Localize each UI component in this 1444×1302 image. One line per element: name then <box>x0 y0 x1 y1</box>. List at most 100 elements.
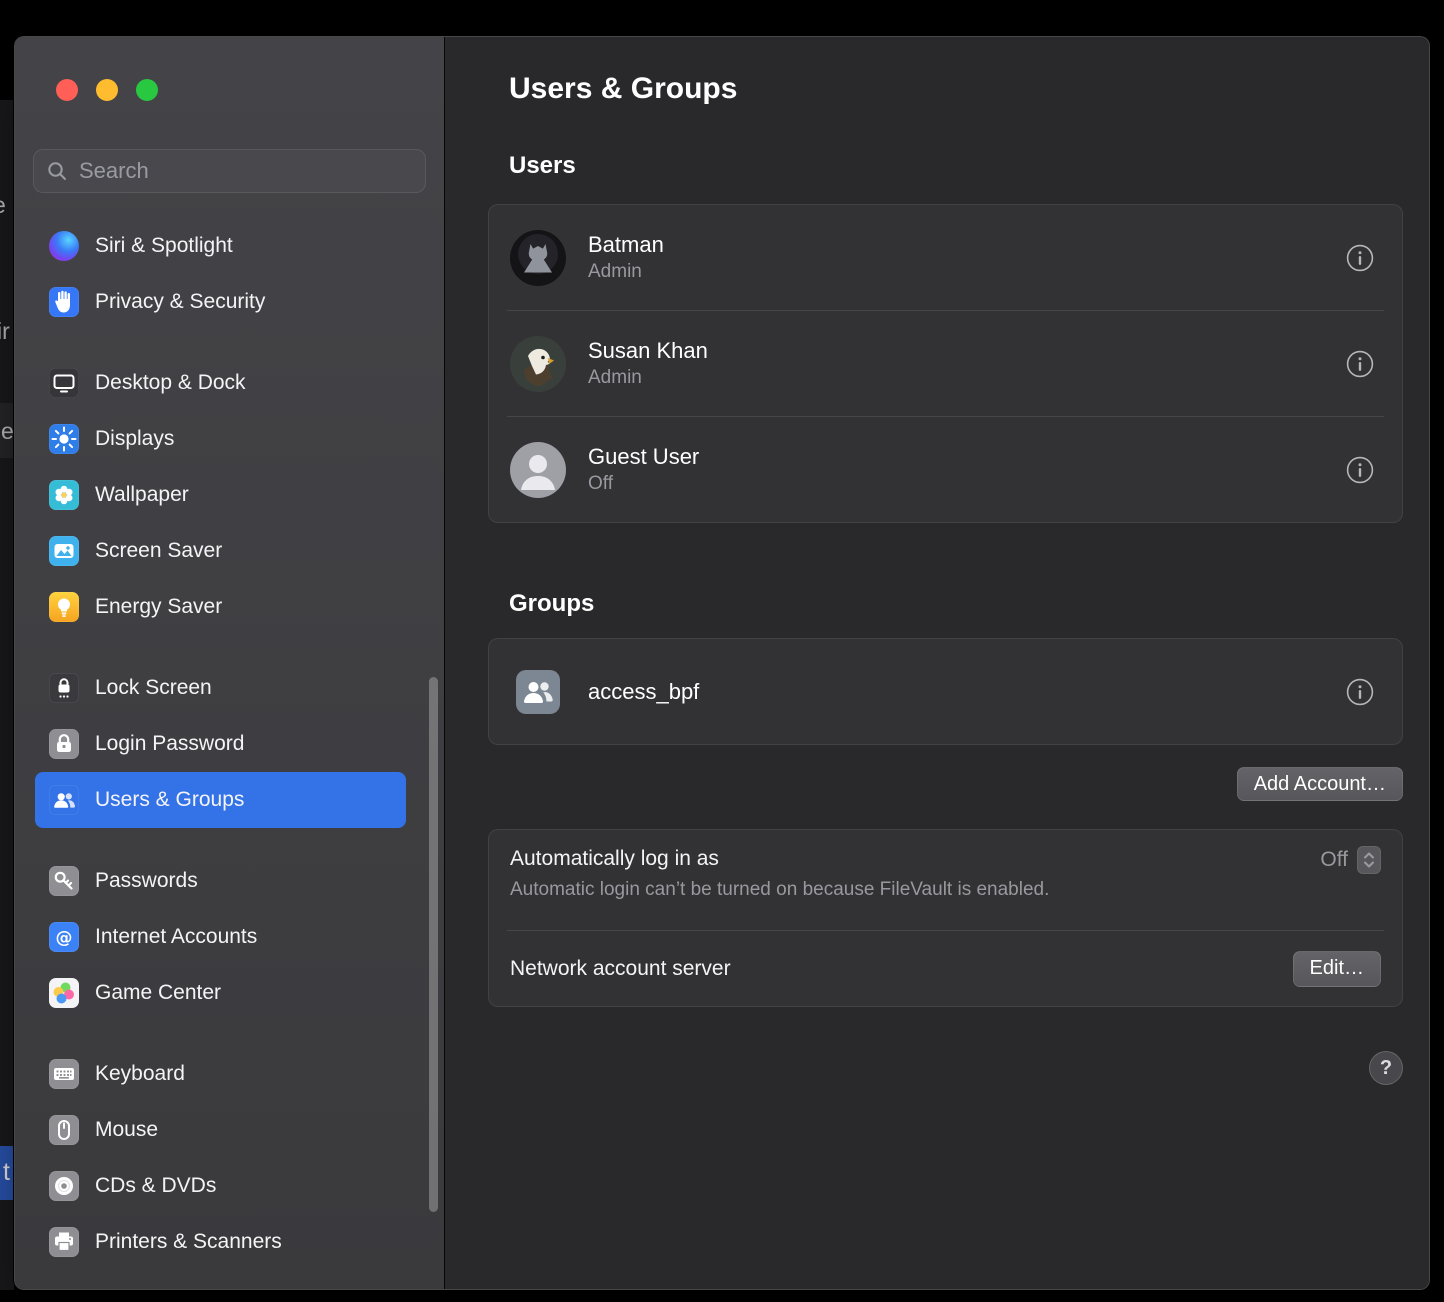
sidebar-item-label: Privacy & Security <box>95 290 266 313</box>
sidebar-item-lock-screen[interactable]: Lock Screen <box>35 660 406 716</box>
users-groups-pane: Users & Groups Users Batman Admin Susan … <box>445 37 1429 1289</box>
sidebar-item-label: Passwords <box>95 869 198 892</box>
user-text: Guest User Off <box>588 444 1324 495</box>
user-name: Susan Khan <box>588 338 708 363</box>
svg-text:@: @ <box>56 928 73 948</box>
sidebar: Siri & Spotlight Privacy & Security Desk… <box>15 37 445 1289</box>
add-account-button[interactable]: Add Account… <box>1236 767 1403 801</box>
edit-button[interactable]: Edit… <box>1292 950 1381 987</box>
sidebar-item-cds-dvds[interactable]: CDs & DVDs <box>35 1158 406 1214</box>
hand-icon <box>49 287 79 317</box>
users-card: Batman Admin Susan Khan Admin Guest User… <box>488 204 1403 523</box>
sidebar-scrollbar[interactable] <box>429 677 438 1212</box>
auto-login-note: Automatic login can’t be turned on becau… <box>510 879 1050 900</box>
auto-login-label: Automatically log in as <box>510 847 719 870</box>
sidebar-item-label: Wallpaper <box>95 483 189 506</box>
sidebar-item-label: Displays <box>95 427 175 450</box>
sidebar-item-label: Printers & Scanners <box>95 1230 282 1253</box>
minimize-button[interactable] <box>96 79 118 101</box>
sidebar-item-internet-accounts[interactable]: @ Internet Accounts <box>35 909 406 965</box>
sidebar-item-label: Mouse <box>95 1118 159 1141</box>
sidebar-item-login-password[interactable]: Login Password <box>35 716 406 772</box>
page-title: Users & Groups <box>509 72 738 105</box>
mouse-icon <box>49 1115 79 1145</box>
info-icon[interactable] <box>1346 678 1374 706</box>
user-row-guest[interactable]: Guest User Off <box>489 417 1402 522</box>
network-account-server-label: Network account server <box>510 956 731 980</box>
info-icon[interactable] <box>1346 244 1374 272</box>
sidebar-item-label: Game Center <box>95 981 222 1004</box>
users-groups-icon <box>49 785 79 815</box>
user-text: Susan Khan Admin <box>588 338 1324 389</box>
sidebar-item-privacy-security[interactable]: Privacy & Security <box>35 274 406 330</box>
lock-icon <box>49 729 79 759</box>
avatar-guest-user <box>510 441 566 498</box>
user-status: Admin <box>588 261 642 282</box>
group-icon <box>510 664 566 720</box>
sidebar-item-label: Lock Screen <box>95 676 212 699</box>
disc-icon <box>49 1171 79 1201</box>
background-text-fragment: e <box>0 192 6 219</box>
search-field[interactable] <box>33 149 426 193</box>
login-options-card: Automatically log in as Automatic login … <box>488 829 1403 1007</box>
sidebar-list: Siri & Spotlight Privacy & Security Desk… <box>15 193 444 1270</box>
sidebar-item-screen-saver[interactable]: Screen Saver <box>35 523 406 579</box>
siri-icon <box>49 231 79 261</box>
sidebar-item-label: Energy Saver <box>95 595 223 618</box>
window-controls <box>15 37 444 101</box>
close-button[interactable] <box>56 79 78 101</box>
user-name: Guest User <box>588 444 700 469</box>
bulb-icon <box>49 592 79 622</box>
search-input[interactable] <box>77 157 413 185</box>
auto-login-stepper[interactable] <box>1357 846 1381 874</box>
flower-icon <box>49 480 79 510</box>
user-row-batman[interactable]: Batman Admin <box>489 205 1402 310</box>
sidebar-item-wallpaper[interactable]: Wallpaper <box>35 467 406 523</box>
key-icon <box>49 866 79 896</box>
help-button[interactable]: ? <box>1369 1051 1403 1085</box>
sidebar-item-siri-spotlight[interactable]: Siri & Spotlight <box>35 218 406 274</box>
sidebar-item-game-center[interactable]: Game Center <box>35 965 406 1021</box>
avatar-batman <box>510 229 566 286</box>
sidebar-item-label: Desktop & Dock <box>95 371 246 394</box>
auto-login-text: Automatically log in as Automatic login … <box>510 846 1049 902</box>
desktop-dock-icon <box>49 368 79 398</box>
user-status: Off <box>588 473 613 494</box>
background-text-fragment: ir <box>0 318 10 344</box>
zoom-button[interactable] <box>136 79 158 101</box>
auto-login-control: Off <box>1320 846 1381 874</box>
sidebar-item-label: Internet Accounts <box>95 925 258 948</box>
groups-section-header: Groups <box>509 590 595 617</box>
sidebar-item-printers-scanners[interactable]: Printers & Scanners <box>35 1214 406 1270</box>
search-icon <box>46 160 68 182</box>
at-sign-icon: @ <box>49 922 79 952</box>
network-account-server-row: Network account server Edit… <box>489 931 1402 1006</box>
sidebar-item-displays[interactable]: Displays <box>35 411 406 467</box>
background-text-fragment: t <box>3 1158 10 1186</box>
sidebar-item-users-groups[interactable]: Users & Groups <box>35 772 406 828</box>
sidebar-item-label: Users & Groups <box>95 788 245 811</box>
sidebar-item-passwords[interactable]: Passwords <box>35 853 406 909</box>
auto-login-value: Off <box>1320 848 1348 871</box>
group-text: access_bpf <box>588 679 1324 705</box>
lock-screen-icon <box>49 673 79 703</box>
sidebar-item-label: Login Password <box>95 732 245 755</box>
sidebar-item-label: Siri & Spotlight <box>95 234 233 257</box>
avatar-susan-khan <box>510 335 566 392</box>
auto-login-row: Automatically log in as Automatic login … <box>489 830 1402 930</box>
user-status: Admin <box>588 367 642 388</box>
user-name: Batman <box>588 232 664 257</box>
users-section-header: Users <box>509 152 576 179</box>
keyboard-icon <box>49 1059 79 1089</box>
group-row-access-bpf[interactable]: access_bpf <box>489 639 1402 744</box>
info-icon[interactable] <box>1346 456 1374 484</box>
user-row-susan-khan[interactable]: Susan Khan Admin <box>489 311 1402 416</box>
sidebar-item-desktop-dock[interactable]: Desktop & Dock <box>35 355 406 411</box>
sidebar-item-keyboard[interactable]: Keyboard <box>35 1046 406 1102</box>
sidebar-item-energy-saver[interactable]: Energy Saver <box>35 579 406 635</box>
info-icon[interactable] <box>1346 350 1374 378</box>
sidebar-item-label: CDs & DVDs <box>95 1174 217 1197</box>
user-text: Batman Admin <box>588 232 1324 283</box>
groups-card: access_bpf <box>488 638 1403 745</box>
sidebar-item-mouse[interactable]: Mouse <box>35 1102 406 1158</box>
